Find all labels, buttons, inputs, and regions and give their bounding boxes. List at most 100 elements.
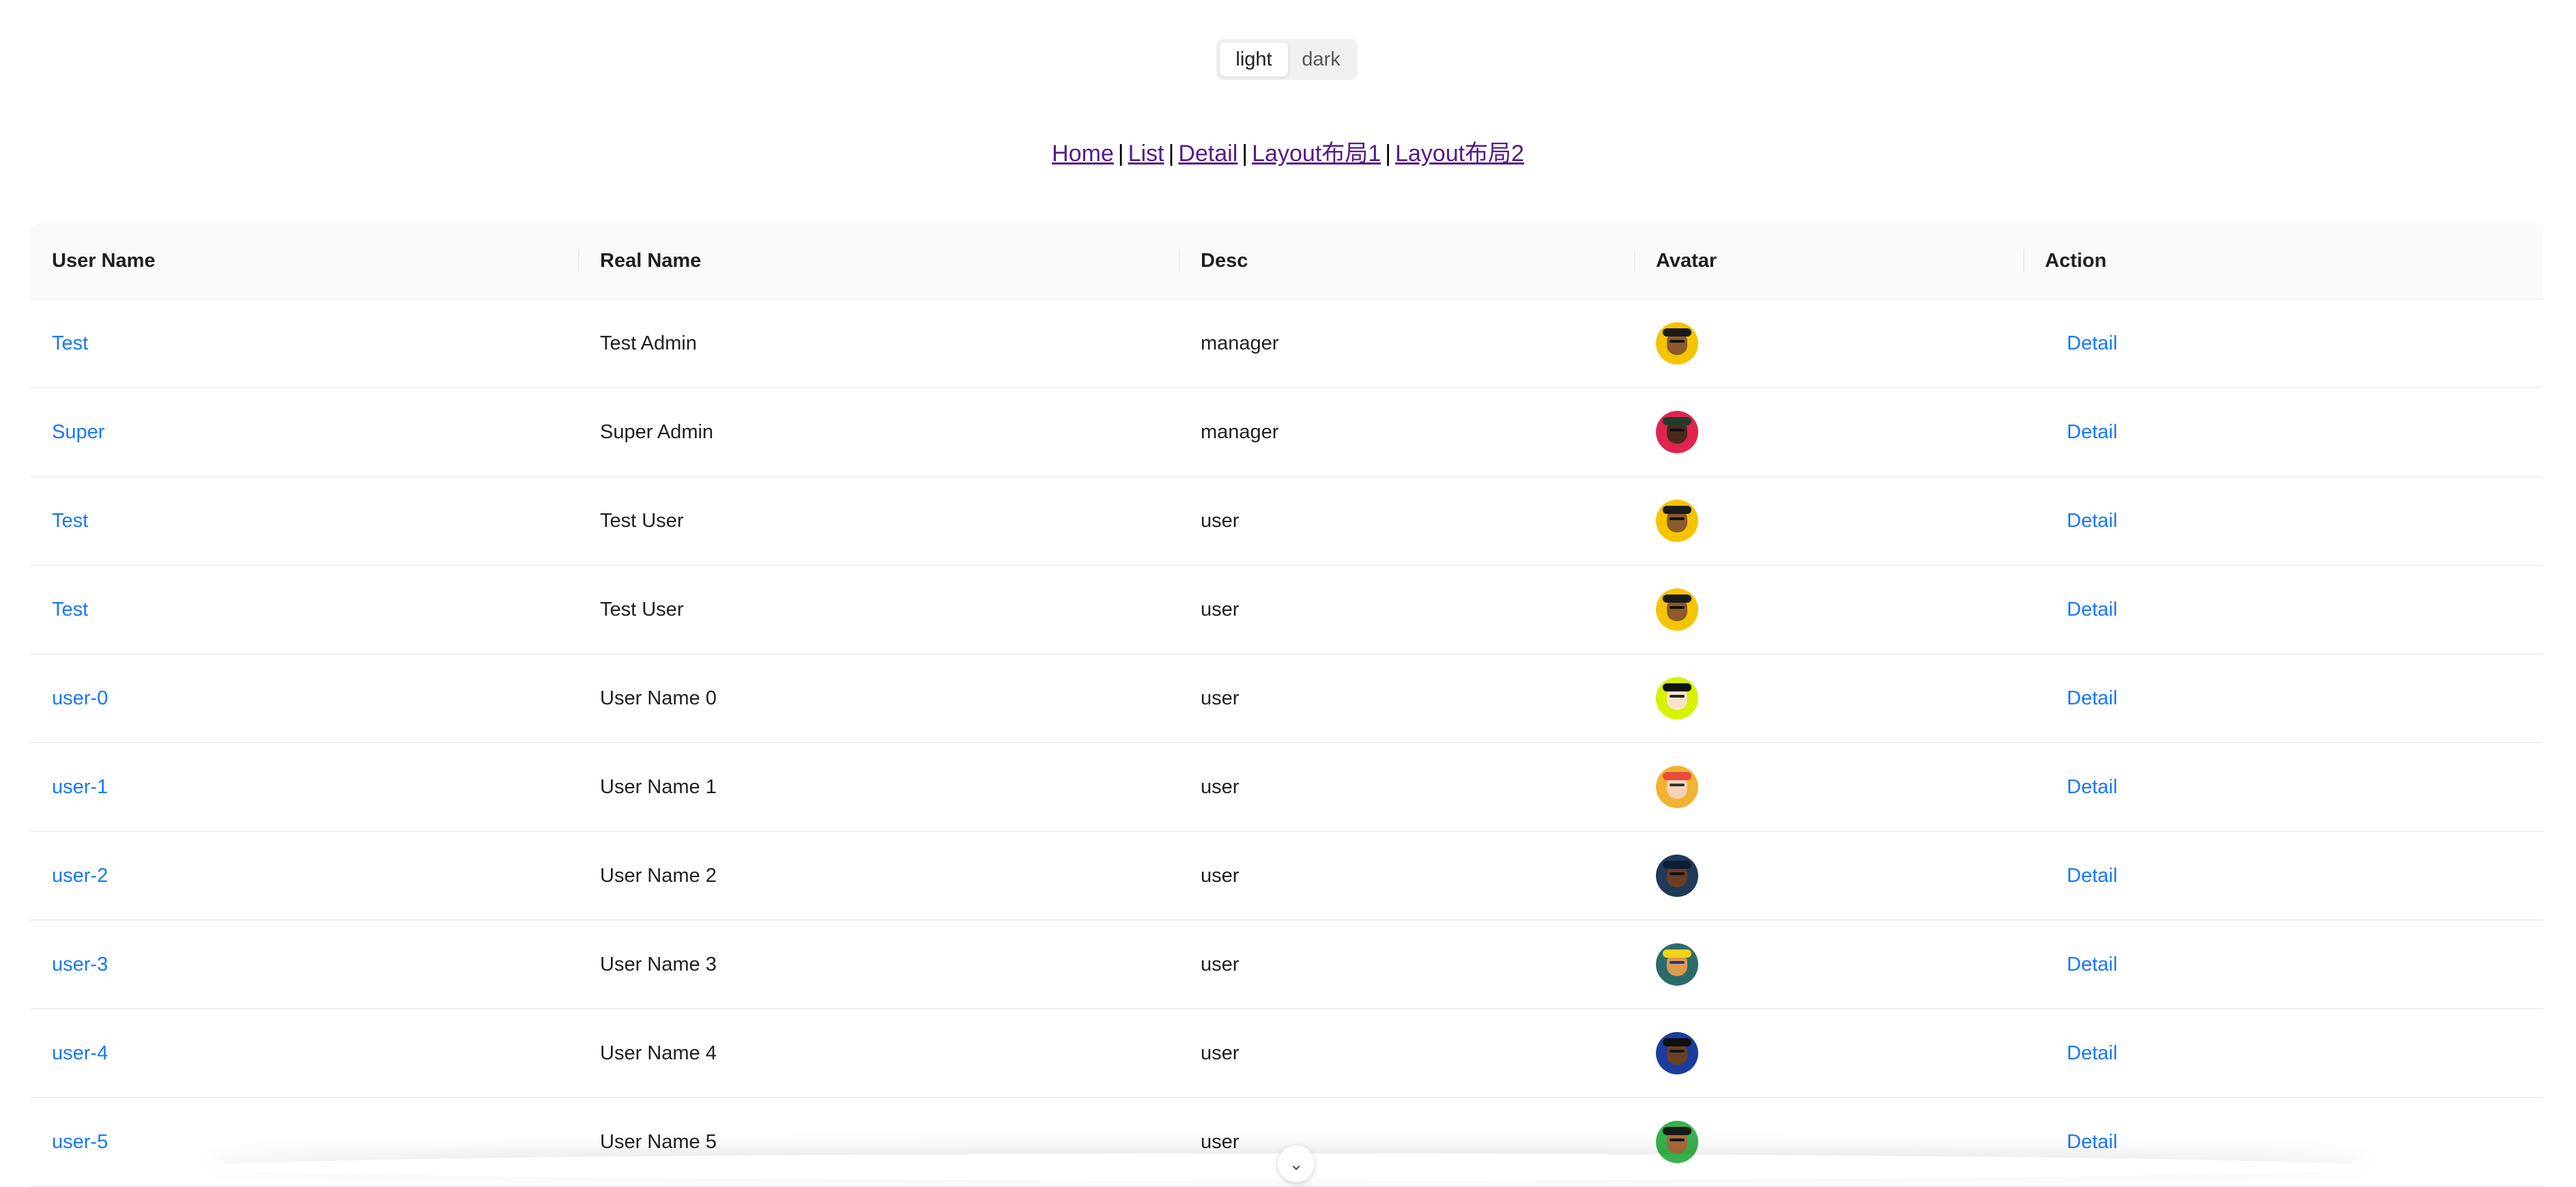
column-header-avatar: Avatar	[1634, 223, 2023, 298]
cell-real-name: Test Admin	[600, 332, 697, 354]
avatar	[1656, 766, 1698, 808]
cell-desc: user	[1201, 509, 1240, 532]
cell-avatar	[1634, 588, 2023, 631]
cell-desc: user	[1201, 775, 1240, 798]
avatar-eyes	[1670, 606, 1685, 609]
avatar-hat	[1663, 506, 1691, 514]
column-header-action: Action	[2023, 223, 2543, 298]
column-header-real-name: Real Name	[578, 223, 1179, 298]
detail-button[interactable]: Detail	[2067, 687, 2117, 710]
user-name-link[interactable]: Test	[52, 332, 88, 355]
cell-real-name: User Name 1	[600, 775, 717, 798]
column-header-user-name: User Name	[52, 250, 156, 272]
user-name-link[interactable]: Test	[52, 599, 88, 621]
user-name-link[interactable]: Test	[52, 510, 88, 532]
cell-desc: manager	[1201, 332, 1279, 354]
avatar-eyes	[1670, 340, 1685, 343]
cell-real-name: Super Admin	[600, 420, 714, 443]
theme-switch[interactable]: light dark	[1216, 39, 1358, 80]
avatar	[1656, 500, 1698, 542]
cell-user-name: Test	[30, 510, 578, 532]
avatar	[1656, 677, 1698, 719]
cell-user-name: user-4	[30, 1042, 578, 1065]
chevron-down-icon[interactable]: ⌄	[1278, 1145, 1315, 1182]
table-row: Test Test User user Detail	[30, 566, 2543, 655]
table-row: user-4 User Name 4 user Detail	[30, 1010, 2543, 1098]
avatar-eyes	[1670, 1139, 1685, 1141]
avatar-eyes	[1670, 429, 1685, 431]
avatar-hat	[1663, 1127, 1691, 1135]
table-header: User Name Real Name Desc Avatar Action	[30, 223, 2543, 300]
avatar	[1656, 1032, 1698, 1074]
avatar	[1656, 943, 1698, 986]
cell-user-name: user-1	[30, 776, 578, 799]
table-row: Test Test Admin manager Detail	[30, 300, 2543, 388]
theme-option-light[interactable]: light	[1220, 42, 1288, 76]
theme-option-dark[interactable]: dark	[1288, 42, 1354, 76]
cell-avatar	[1634, 855, 2023, 897]
cell-avatar	[1634, 766, 2023, 808]
nav-links: Home | List | Detail | Layout布局1 | Layout布局2	[0, 137, 2576, 171]
cell-user-name: user-0	[30, 687, 578, 710]
cell-user-name: user-3	[30, 954, 578, 976]
cell-action: Detail	[2023, 1042, 2543, 1065]
cell-desc: user	[1201, 864, 1240, 887]
cell-desc: user	[1201, 1042, 1240, 1064]
cell-action: Detail	[2023, 865, 2543, 887]
nav-link-list[interactable]: List	[1128, 141, 1164, 167]
cell-action: Detail	[2023, 421, 2543, 444]
table-row: user-2 User Name 2 user Detail	[30, 832, 2543, 921]
avatar-eyes	[1670, 961, 1685, 964]
avatar-hat	[1663, 861, 1691, 869]
cell-user-name: user-5	[30, 1131, 578, 1154]
cell-real-name: User Name 4	[600, 1042, 717, 1064]
table-row: Test Test User user Detail	[30, 477, 2543, 566]
cell-user-name: user-2	[30, 865, 578, 887]
user-table: User Name Real Name Desc Avatar Action T…	[30, 223, 2543, 1187]
cell-desc: user	[1201, 953, 1240, 975]
cell-avatar	[1634, 322, 2023, 364]
user-name-link[interactable]: user-5	[52, 1131, 108, 1154]
cell-desc: user	[1201, 598, 1240, 620]
cell-real-name: Test User	[600, 509, 684, 532]
column-header-desc: Desc	[1179, 223, 1634, 298]
table-row: user-3 User Name 3 user Detail	[30, 921, 2543, 1010]
detail-button[interactable]: Detail	[2067, 1131, 2117, 1154]
detail-button[interactable]: Detail	[2067, 1042, 2117, 1065]
cell-real-name: User Name 5	[600, 1130, 717, 1153]
cell-avatar	[1634, 1032, 2023, 1074]
avatar-eyes	[1670, 1050, 1685, 1053]
nav-link-layout1[interactable]: Layout布局1	[1252, 141, 1381, 167]
cell-user-name: Test	[30, 332, 578, 355]
nav-link-detail[interactable]: Detail	[1178, 141, 1237, 167]
avatar-hat	[1663, 949, 1691, 958]
cell-real-name: User Name 0	[600, 687, 717, 709]
user-name-link[interactable]: user-4	[52, 1042, 108, 1065]
avatar	[1656, 322, 1698, 364]
cell-desc: manager	[1201, 420, 1279, 443]
cell-action: Detail	[2023, 954, 2543, 976]
detail-button[interactable]: Detail	[2067, 599, 2117, 621]
avatar-hat	[1663, 683, 1691, 691]
detail-button[interactable]: Detail	[2067, 954, 2117, 976]
cell-action: Detail	[2023, 510, 2543, 532]
detail-button[interactable]: Detail	[2067, 776, 2117, 799]
cell-desc: user	[1201, 687, 1240, 709]
detail-button[interactable]: Detail	[2067, 332, 2117, 355]
nav-separator: |	[1385, 141, 1391, 167]
detail-button[interactable]: Detail	[2067, 865, 2117, 887]
table-row: user-1 User Name 1 user Detail	[30, 743, 2543, 832]
cell-action: Detail	[2023, 776, 2543, 799]
user-name-link[interactable]: user-1	[52, 776, 108, 799]
user-name-link[interactable]: Super	[52, 421, 104, 444]
cell-user-name: Test	[30, 599, 578, 621]
nav-link-layout2[interactable]: Layout布局2	[1395, 141, 1524, 167]
nav-link-home[interactable]: Home	[1052, 141, 1114, 167]
cell-action: Detail	[2023, 332, 2543, 355]
detail-button[interactable]: Detail	[2067, 421, 2117, 444]
detail-button[interactable]: Detail	[2067, 510, 2117, 532]
user-name-link[interactable]: user-3	[52, 954, 108, 976]
user-name-link[interactable]: user-0	[52, 687, 108, 710]
user-name-link[interactable]: user-2	[52, 865, 108, 887]
avatar-eyes	[1670, 517, 1685, 520]
